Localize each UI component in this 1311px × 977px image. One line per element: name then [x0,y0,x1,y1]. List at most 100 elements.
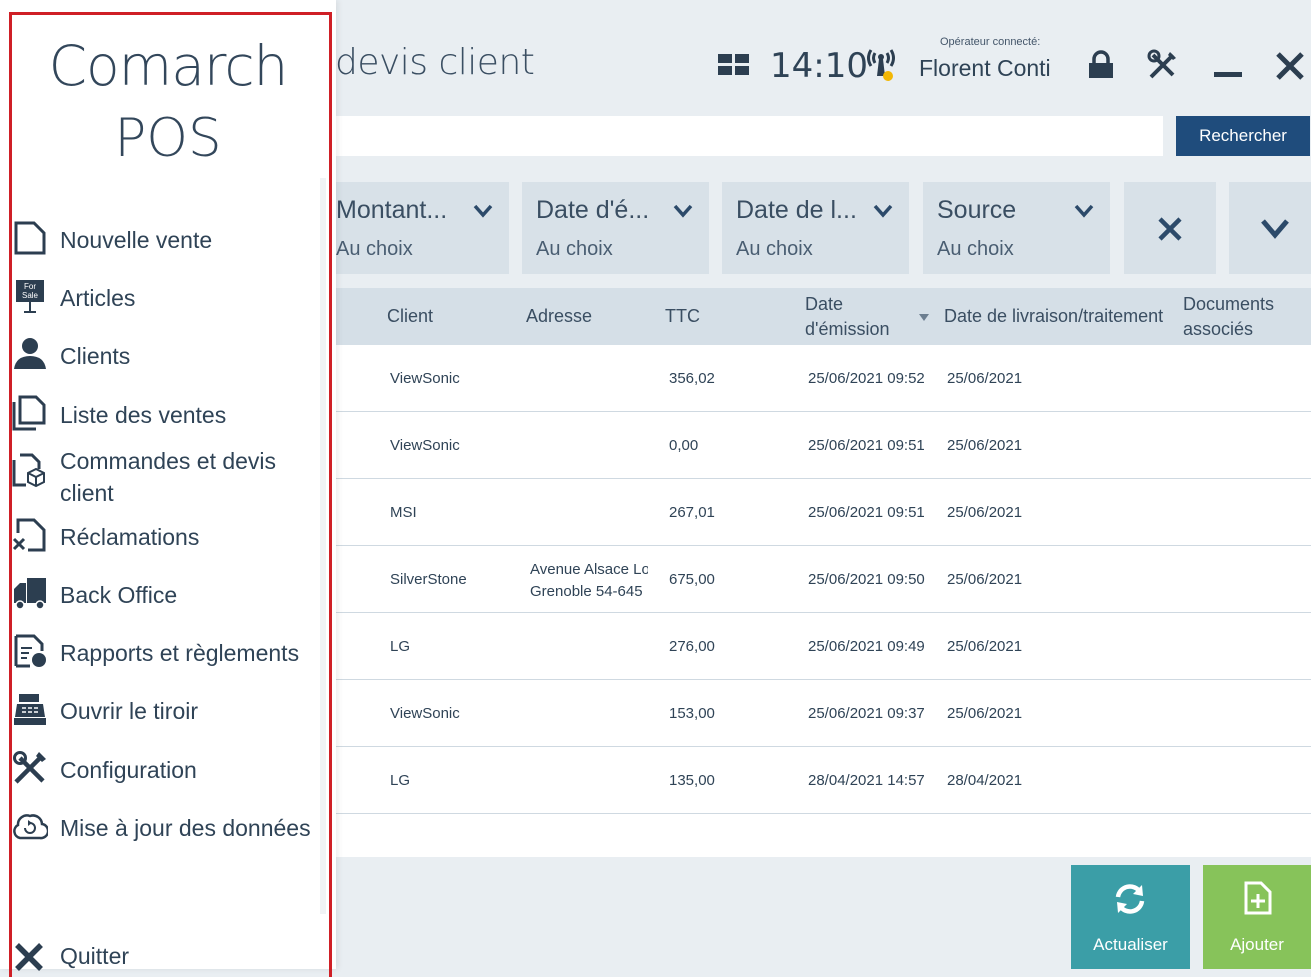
filter-value: Au choix [536,238,613,260]
menu-item-articles[interactable]: For Sale Articles [12,278,328,314]
cell-date-emission: 25/06/2021 09:50 [808,571,925,588]
expand-filters-button[interactable] [1229,182,1311,274]
column-label-line2: associés [1183,319,1254,339]
cell-ttc: 276,00 [669,638,715,655]
filter-label: Montant... [336,196,448,224]
menu-item-commandes-devis[interactable]: Commandes et devis client [12,441,328,506]
column-client[interactable]: Client [387,304,433,329]
menu-item-nouvelle-vente[interactable]: Nouvelle vente [12,220,328,256]
table-row[interactable]: ViewSonic 0,00 25/06/2021 09:51 25/06/20… [335,412,1311,479]
lock-icon[interactable] [1086,50,1116,80]
cell-date-livraison: 28/04/2021 [947,772,1023,789]
table-header: Client Adresse TTC Date d'émission Date … [335,288,1311,345]
add-label: Ajouter [1230,935,1284,954]
cash-register-icon [14,694,46,725]
cell-date-livraison: 25/06/2021 [947,571,1023,588]
add-button[interactable]: Ajouter [1203,865,1311,969]
close-icon [1158,217,1182,241]
chevron-down-icon [473,204,493,218]
add-document-icon [1244,881,1272,915]
filter-value: Au choix [937,238,1014,260]
table-row[interactable]: MSI 267,01 25/06/2021 09:51 25/06/2021 [335,479,1311,546]
menu-item-liste-ventes[interactable]: Liste des ventes [12,395,328,431]
connection-status-icon[interactable] [864,44,898,84]
column-adresse[interactable]: Adresse [526,304,592,329]
cloud-sync-icon [13,814,48,840]
document-box-icon [12,453,45,488]
refresh-button[interactable]: Actualiser [1071,865,1190,969]
table-body: ViewSonic 356,02 25/06/2021 09:52 25/06/… [335,345,1311,857]
cell-date-emission: 25/06/2021 09:49 [808,638,925,655]
close-icon[interactable] [1272,48,1308,84]
menu-item-label: Ouvrir le tiroir [60,698,199,724]
chevron-down-icon [1261,219,1289,239]
cell-client: ViewSonic [390,705,460,722]
grid-view-icon[interactable] [718,54,750,76]
quit-label: Quitter [60,943,130,969]
page-title: devis client [335,42,535,83]
table-row[interactable]: LG 276,00 25/06/2021 09:49 25/06/2021 [335,613,1311,680]
column-documents[interactable]: Documents associés [1183,292,1274,342]
menu-item-configuration[interactable]: Configuration [12,750,328,786]
menu-item-back-office[interactable]: Back Office [12,575,328,611]
cell-ttc: 675,00 [669,571,715,588]
tools-icon [13,751,46,784]
cell-date-livraison: 25/06/2021 [947,705,1023,722]
column-date-livraison[interactable]: Date de livraison/traitement [944,304,1163,329]
menu-item-label: Réclamations [60,524,200,550]
table-row[interactable]: ViewSonic 356,02 25/06/2021 09:52 25/06/… [335,345,1311,412]
cell-adresse-line1: Avenue Alsace Lo [530,561,648,578]
filter-label: Date d'é... [536,196,650,224]
table-row[interactable]: SilverStone Avenue Alsace Lo Grenoble 54… [335,546,1311,613]
operator-label: Opérateur connecté: [940,36,1041,48]
column-ttc[interactable]: TTC [665,304,700,329]
cell-date-livraison: 25/06/2021 [947,437,1023,454]
cell-date-livraison: 25/06/2021 [947,638,1023,655]
chevron-down-icon [673,204,693,218]
menu-item-ouvrir-tiroir[interactable]: Ouvrir le tiroir [12,691,328,727]
filter-value: Au choix [336,238,413,260]
side-menu: Comarch POS Nouvelle vente For Sale Arti… [0,0,336,971]
person-icon [14,338,46,369]
clear-filters-button[interactable] [1124,182,1216,274]
menu-item-reclamations[interactable]: Réclamations [12,517,328,553]
truck-icon [14,578,46,610]
tools-icon[interactable] [1146,48,1180,82]
search-input[interactable] [335,116,1163,156]
cell-ttc: 267,01 [669,504,715,521]
cell-adresse-line2: Grenoble 54-645 [530,583,643,600]
menu-item-mise-a-jour[interactable]: Mise à jour des données [12,808,328,844]
chevron-down-icon [873,204,893,218]
menu-item-label: Liste des ventes [60,402,227,428]
close-icon [15,943,43,971]
cell-date-emission: 28/04/2021 14:57 [808,772,925,789]
table-row[interactable]: ViewSonic 153,00 25/06/2021 09:37 25/06/… [335,680,1311,747]
refresh-label: Actualiser [1093,935,1168,954]
svg-text:For: For [24,282,36,291]
search-button[interactable]: Rechercher [1176,116,1310,156]
table-row[interactable]: LG 135,00 28/04/2021 14:57 28/04/2021 [335,747,1311,814]
sort-desc-icon [919,314,929,321]
cell-date-emission: 25/06/2021 09:37 [808,705,925,722]
cell-client: LG [390,772,411,789]
cell-client: ViewSonic [390,370,460,387]
document-icon [14,221,46,255]
menu-item-label: Mise à jour des données [60,815,311,841]
column-date-emission[interactable]: Date d'émission [805,292,889,342]
menu-item-quitter[interactable]: Quitter [12,937,328,971]
menu-item-label: Commandes et devis [60,448,277,474]
column-label-line1: Date [805,294,844,314]
minimize-icon[interactable] [1213,52,1243,82]
document-x-icon [12,518,46,552]
filter-source[interactable]: Source Au choix [923,182,1110,274]
cell-date-livraison: 25/06/2021 [947,504,1023,521]
filter-montant[interactable]: Montant... Au choix [322,182,509,274]
operator-name: Florent Conti [919,55,1051,81]
filter-date-livraison[interactable]: Date de l... Au choix [722,182,909,274]
filter-date-emission[interactable]: Date d'é... Au choix [522,182,709,274]
cell-date-livraison: 25/06/2021 [947,370,1023,387]
menu-item-rapports[interactable]: Rapports et règlements [12,633,328,669]
cell-date-emission: 25/06/2021 09:51 [808,437,925,454]
menu-item-clients[interactable]: Clients [12,336,328,372]
documents-stack-icon [12,395,46,431]
